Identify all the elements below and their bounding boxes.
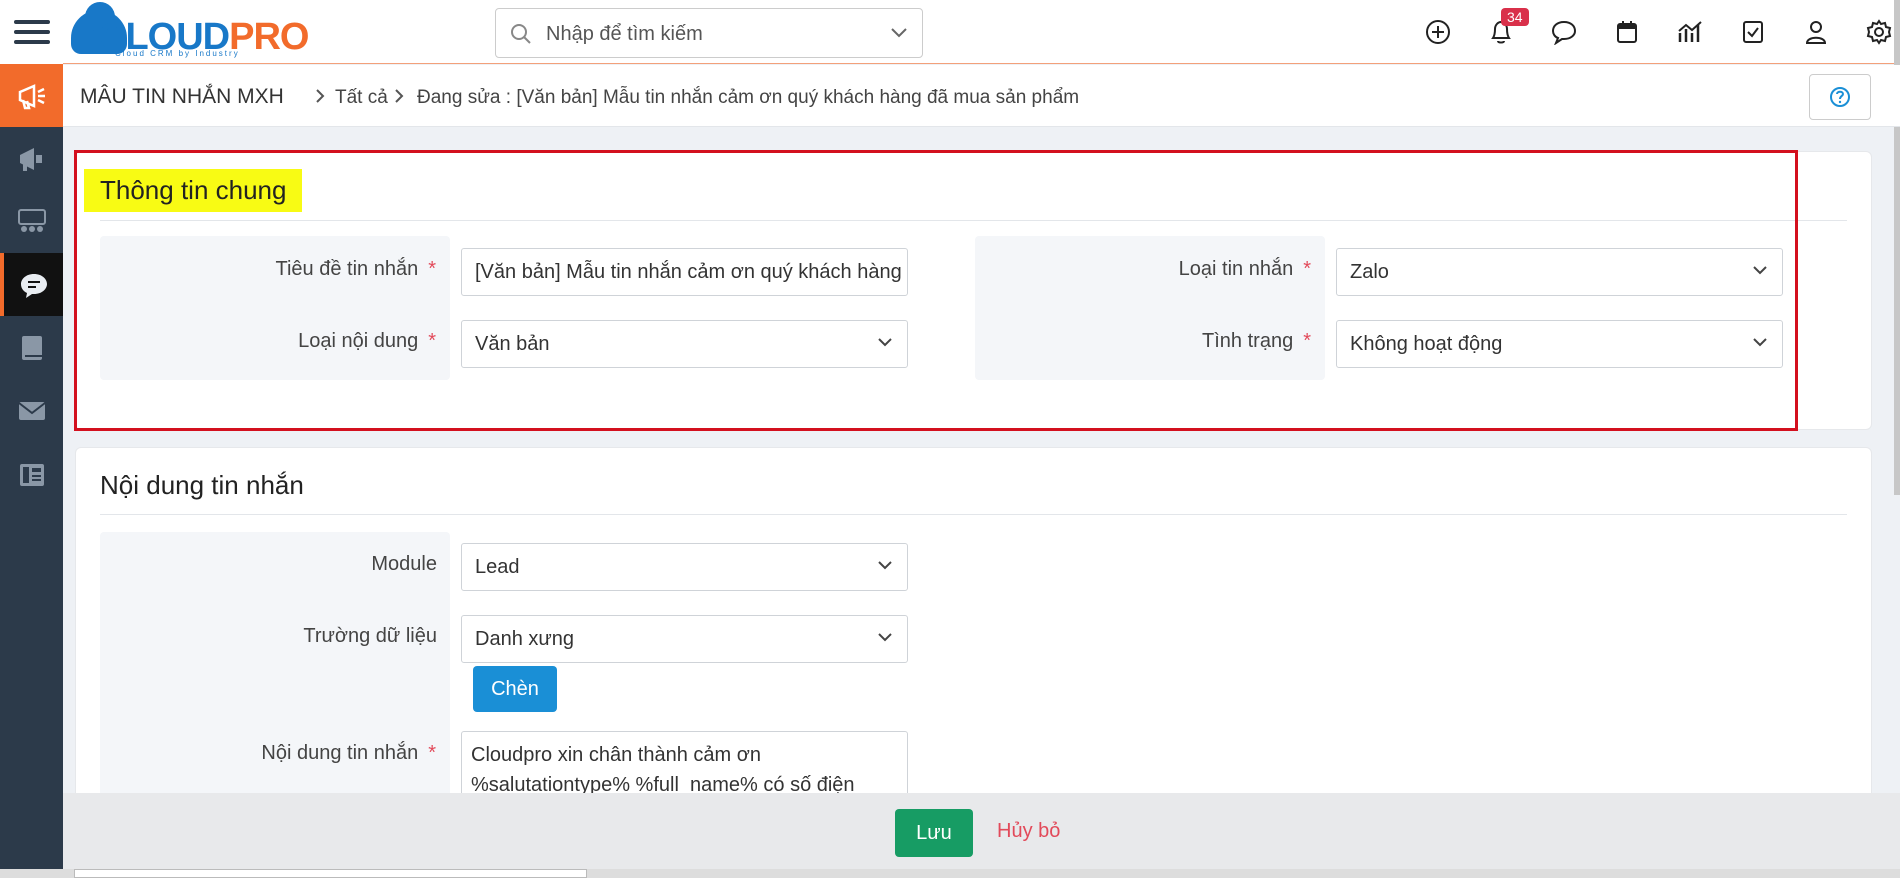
- annotation-highlight-box: [74, 150, 1798, 431]
- chevron-right-icon: [395, 89, 404, 103]
- form-action-footer: Lưu Hủy bỏ: [63, 793, 1900, 869]
- taskbar-window: [74, 869, 587, 878]
- reports-button[interactable]: [1658, 14, 1721, 50]
- cloudpro-logo[interactable]: CLOUDPRO Cloud CRM by Industry: [71, 2, 309, 58]
- module-label: Module: [371, 553, 437, 575]
- hamburger-icon: [13, 14, 50, 50]
- tasks-button[interactable]: [1721, 14, 1784, 50]
- breadcrumb-all[interactable]: Tất cả: [335, 87, 388, 109]
- breadcrumb-current: Đang sửa : [Văn bản] Mẫu tin nhắn cảm ơn…: [417, 87, 1080, 108]
- header-icon-group: 34: [1406, 8, 1900, 50]
- cancel-link[interactable]: Hủy bỏ: [997, 820, 1060, 843]
- group-meeting-icon: [17, 208, 46, 232]
- data-field-select[interactable]: Danh xưng: [461, 615, 908, 663]
- top-navigation-bar: CLOUDPRO Cloud CRM by Industry 34: [63, 0, 1900, 64]
- search-input[interactable]: [546, 19, 866, 49]
- gear-icon: [1866, 19, 1891, 45]
- search-icon: [511, 24, 531, 44]
- hamburger-menu-button[interactable]: [0, 0, 63, 64]
- calendar-button[interactable]: [1595, 14, 1658, 50]
- sidebar-item-meeting[interactable]: [0, 190, 63, 253]
- sidebar-item-email[interactable]: [0, 379, 63, 442]
- insert-button[interactable]: Chèn: [473, 666, 557, 712]
- campaign-icon: [19, 147, 42, 171]
- notification-count-badge: 34: [1501, 8, 1529, 26]
- sidebar-item-knowledge[interactable]: [0, 316, 63, 379]
- quick-create-button[interactable]: [1406, 14, 1469, 50]
- sidebar-item-marketing[interactable]: [0, 64, 63, 127]
- divider: [100, 514, 1847, 515]
- save-button[interactable]: Lưu: [895, 809, 973, 857]
- breadcrumb-bar: MÂU TIN NHẮN MXH Tất cả Đang sửa : [Văn …: [63, 65, 1900, 127]
- section-title-content: Nội dung tin nhắn: [100, 470, 304, 500]
- help-icon: [1830, 87, 1850, 107]
- help-button[interactable]: [1809, 74, 1871, 120]
- chevron-down-icon[interactable]: [890, 25, 908, 39]
- user-icon: [1805, 21, 1826, 44]
- mail-icon: [17, 401, 46, 420]
- sidebar-item-messages[interactable]: [0, 253, 63, 316]
- data-field-value: Danh xưng: [475, 627, 575, 650]
- chat-icon: [1551, 20, 1576, 45]
- message-line: Cloudpro xin chân thành cảm ơn: [471, 744, 761, 766]
- message-content-label: Nội dung tin nhắn *: [261, 742, 436, 764]
- calendar-icon: [1616, 21, 1637, 43]
- chevron-right-icon: [316, 89, 325, 103]
- global-search-box[interactable]: [495, 8, 923, 58]
- chevron-down-icon: [878, 633, 892, 642]
- message-bubble-icon: [20, 273, 47, 298]
- plus-circle-icon: [1425, 20, 1450, 44]
- breadcrumb-module[interactable]: MÂU TIN NHẮN MXH: [80, 85, 284, 109]
- message-content-textarea[interactable]: Cloudpro xin chân thành cảm ơn %salutati…: [461, 731, 908, 801]
- analytics-icon: [1677, 21, 1702, 42]
- left-sidebar: [0, 0, 63, 878]
- taskbar-strip: [0, 869, 1900, 878]
- fax-icon: [19, 463, 44, 486]
- data-field-label: Trường dữ liệu: [303, 625, 437, 647]
- settings-button[interactable]: [1847, 14, 1900, 50]
- logo-tagline: Cloud CRM by Industry: [115, 49, 240, 58]
- module-value: Lead: [475, 555, 520, 578]
- task-check-icon: [1742, 21, 1763, 43]
- megaphone-icon: [18, 83, 45, 109]
- chevron-down-icon: [878, 561, 892, 570]
- book-icon: [21, 335, 42, 360]
- notifications-button[interactable]: 34: [1469, 8, 1532, 50]
- module-select[interactable]: Lead: [461, 543, 908, 591]
- sidebar-item-campaign[interactable]: [0, 127, 63, 190]
- sidebar-item-fax[interactable]: [0, 442, 63, 505]
- chat-button[interactable]: [1532, 14, 1595, 50]
- user-profile-button[interactable]: [1784, 14, 1847, 50]
